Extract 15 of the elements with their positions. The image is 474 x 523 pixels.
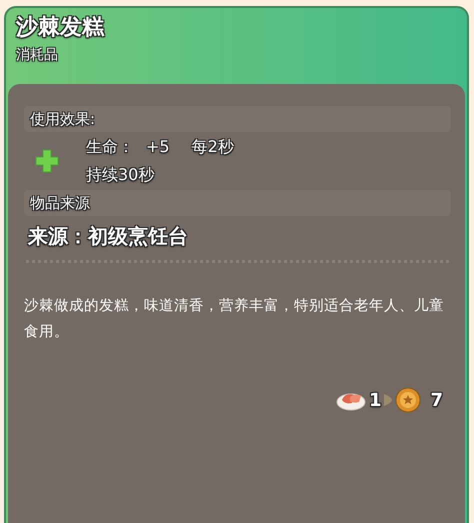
quantity-text: 1 (368, 390, 382, 410)
section-heading: 使用效果: (24, 106, 451, 132)
plus-icon (34, 148, 60, 174)
effect-duration: 持续30秒 (86, 164, 156, 186)
price-text: 7 (430, 390, 443, 410)
effect-interval: 每2秒 (192, 136, 234, 158)
section-heading: 物品来源 (24, 190, 451, 216)
item-description: 沙棘做成的发糕，味道清香，营养丰富，特别适合老年人、儿童食用。 (24, 296, 445, 342)
item-title: 沙棘发糕 (16, 14, 106, 42)
source-text: 来源：初级烹饪台 (26, 223, 189, 250)
effect-amount: +5 (146, 136, 170, 158)
coin-icon (395, 387, 422, 413)
effect-stat: 生命： (86, 136, 134, 158)
item-category: 消耗品 (16, 46, 59, 64)
arrow-icon (384, 394, 392, 406)
